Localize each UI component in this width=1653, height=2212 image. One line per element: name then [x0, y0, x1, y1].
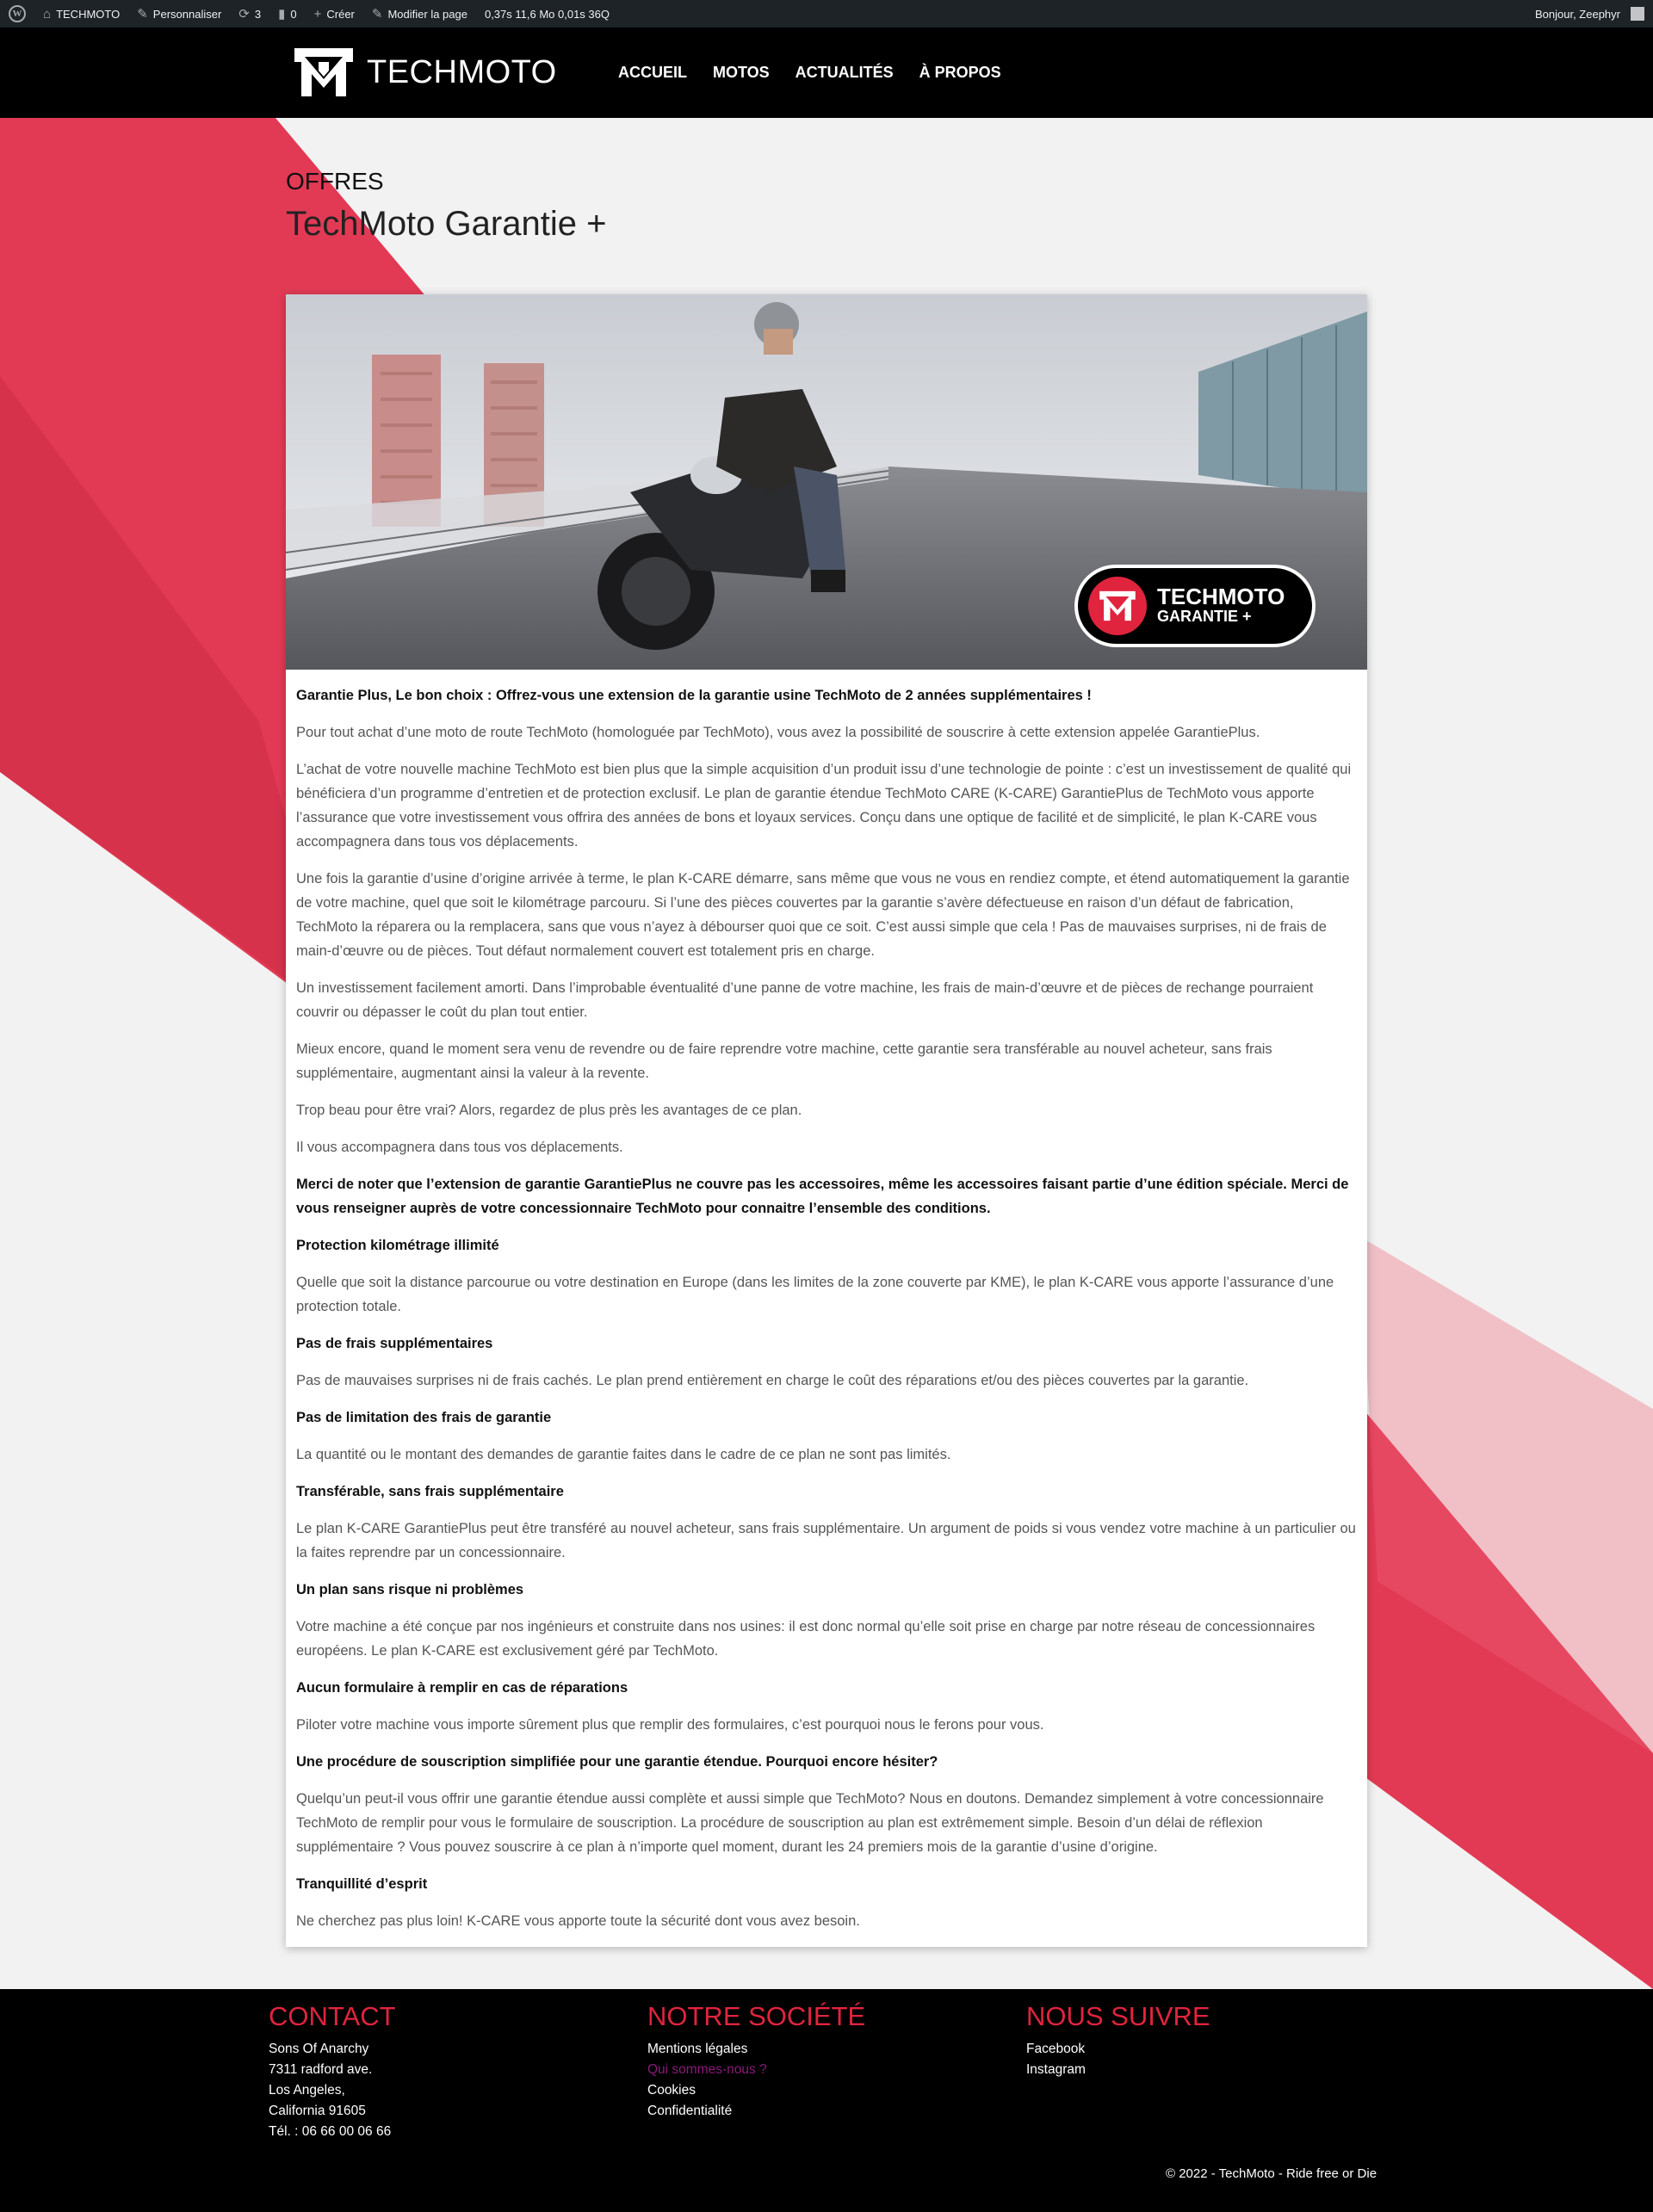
article-paragraph: Une fois la garantie d’usine d’origine a…	[296, 871, 1350, 959]
article-paragraph: Le plan K-CARE GarantiePlus peut être tr…	[296, 1521, 1356, 1560]
section-heading: Protection kilométrage illimité	[296, 1238, 499, 1253]
nav-accueil[interactable]: ACCUEIL	[618, 64, 687, 82]
updates-icon: ⟳	[238, 6, 250, 22]
section-heading: Un plan sans risque ni problèmes	[296, 1582, 524, 1597]
link-facebook[interactable]: Facebook	[1026, 2039, 1210, 2060]
footer-contact: CONTACT Sons Of Anarchy 7311 radford ave…	[269, 2001, 396, 2142]
article-paragraph: La quantité ou le montant des demandes d…	[296, 1447, 951, 1462]
site-header: TECHMOTO ACCUEIL MOTOS ACTUALITÉS À PROP…	[0, 28, 1653, 118]
admin-query-stats[interactable]: 0,37s 11,6 Mo 0,01s 36Q	[476, 0, 618, 28]
admin-edit-page-link[interactable]: ✎ Modifier la page	[363, 0, 476, 28]
article-paragraph: Trop beau pour être vrai? Alors, regarde…	[296, 1103, 802, 1118]
contact-line: Los Angeles,	[269, 2083, 345, 2098]
footer-contact-title: CONTACT	[269, 2001, 396, 2031]
article-paragraph: Votre machine a été conçue par nos ingén…	[296, 1619, 1316, 1659]
section-heading: Tranquillité d’esprit	[296, 1876, 428, 1892]
article-paragraph: Ne cherchez pas plus loin! K-CARE vous a…	[296, 1913, 860, 1929]
site-footer: CONTACT Sons Of Anarchy 7311 radford ave…	[0, 1989, 1653, 2212]
link-mentions-legales[interactable]: Mentions légales	[647, 2039, 865, 2060]
section-heading: Transférable, sans frais supplémentaire	[296, 1484, 564, 1499]
section-heading: Pas de limitation des frais de garantie	[296, 1410, 552, 1425]
link-confidentialite[interactable]: Confidentialité	[647, 2101, 865, 2122]
nav-motos[interactable]: MOTOS	[713, 64, 770, 82]
admin-comments-link[interactable]: ▮ 0	[269, 0, 306, 28]
admin-account-menu[interactable]: Bonjour, Zeephyr	[1526, 0, 1653, 28]
article-paragraph: Un investissement facilement amorti. Dan…	[296, 980, 1314, 1020]
section-heading: Pas de frais supplémentaires	[296, 1336, 493, 1351]
contact-line: California 91605	[269, 2104, 366, 2118]
footer-copyright: © 2022 - TechMoto - Ride free or Die	[1166, 2166, 1378, 2181]
avatar	[1631, 7, 1644, 21]
article-paragraph: Pas de mauvaises surprises ni de frais c…	[296, 1373, 1249, 1388]
comment-icon: ▮	[278, 6, 286, 22]
admin-customize-link[interactable]: ✎ Personnaliser	[128, 0, 230, 28]
main-navigation: ACCUEIL MOTOS ACTUALITÉS À PROPOS	[618, 64, 1027, 82]
garantie-badge: TECHMOTO GARANTIE +	[1074, 565, 1316, 647]
site-brand-name: TECHMOTO	[367, 53, 557, 90]
article-paragraph: Mieux encore, quand le moment sera venu …	[296, 1041, 1272, 1081]
admin-site-link[interactable]: ⌂ TECHMOTO	[34, 0, 128, 28]
admin-new-link[interactable]: + Créer	[306, 0, 363, 28]
article-content: Garantie Plus, Le bon choix : Offrez-vou…	[296, 683, 1357, 1946]
link-instagram[interactable]: Instagram	[1026, 2060, 1210, 2080]
article-paragraph: Quelqu’un peut-il vous offrir une garant…	[296, 1791, 1324, 1855]
footer-company-title: NOTRE SOCIÉTÉ	[647, 2001, 866, 2031]
techmoto-logo-icon	[294, 48, 353, 96]
link-qui-sommes-nous[interactable]: Qui sommes-nous ?	[647, 2060, 865, 2080]
admin-updates-link[interactable]: ⟳ 3	[230, 0, 269, 28]
site-logo[interactable]: TECHMOTO	[293, 45, 557, 100]
page-title: TechMoto Garantie +	[286, 205, 607, 243]
article-paragraph: Pour tout achat d’une moto de route Tech…	[296, 725, 1260, 740]
contact-line: 7311 radford ave.	[269, 2062, 373, 2077]
article-paragraph: Piloter votre machine vous importe sûrem…	[296, 1717, 1044, 1733]
plus-icon: +	[313, 6, 322, 22]
pencil-icon: ✎	[371, 6, 383, 22]
article-notice: Merci de noter que l’extension de garant…	[296, 1177, 1349, 1216]
wordpress-menu[interactable]: W	[0, 0, 34, 28]
footer-company: NOTRE SOCIÉTÉ Mentions légales Qui somme…	[647, 2001, 865, 2122]
contact-phone: Tél. : 06 66 00 06 66	[269, 2124, 392, 2139]
badge-product: GARANTIE +	[1157, 608, 1252, 626]
paintbrush-icon: ✎	[137, 6, 148, 22]
admin-bar: W ⌂ TECHMOTO ✎ Personnaliser ⟳ 3 ▮ 0 + C…	[0, 0, 1653, 28]
article-paragraph: Garantie Plus, Le bon choix : Offrez-vou…	[296, 688, 1092, 703]
badge-brand: TECHMOTO	[1157, 584, 1285, 610]
link-cookies[interactable]: Cookies	[647, 2080, 865, 2101]
wordpress-logo-icon: W	[9, 5, 26, 22]
page-category: OFFRES	[286, 168, 384, 195]
dashboard-icon: ⌂	[43, 6, 52, 22]
article-paragraph: Il vous accompagnera dans tous vos dépla…	[296, 1140, 623, 1155]
nav-a-propos[interactable]: À PROPOS	[919, 64, 1001, 82]
article-paragraph: L’achat de votre nouvelle machine TechMo…	[296, 762, 1352, 850]
footer-follow-title: NOUS SUIVRE	[1026, 2001, 1210, 2031]
contact-line: Sons Of Anarchy	[269, 2042, 369, 2056]
badge-text: TECHMOTO GARANTIE +	[1157, 585, 1285, 627]
section-heading: Une procédure de souscription simplifiée…	[296, 1754, 938, 1770]
footer-follow: NOUS SUIVRE Facebook Instagram	[1026, 2001, 1210, 2080]
hero-image: TECHMOTO GARANTIE +	[286, 294, 1367, 670]
article-card: TECHMOTO GARANTIE + Garantie Plus, Le bo…	[286, 294, 1367, 1947]
nav-actualites[interactable]: ACTUALITÉS	[796, 64, 894, 82]
section-heading: Aucun formulaire à remplir en cas de rép…	[296, 1680, 628, 1696]
article-paragraph: Quelle que soit la distance parcourue ou…	[296, 1275, 1334, 1314]
techmoto-badge-icon	[1088, 577, 1147, 635]
